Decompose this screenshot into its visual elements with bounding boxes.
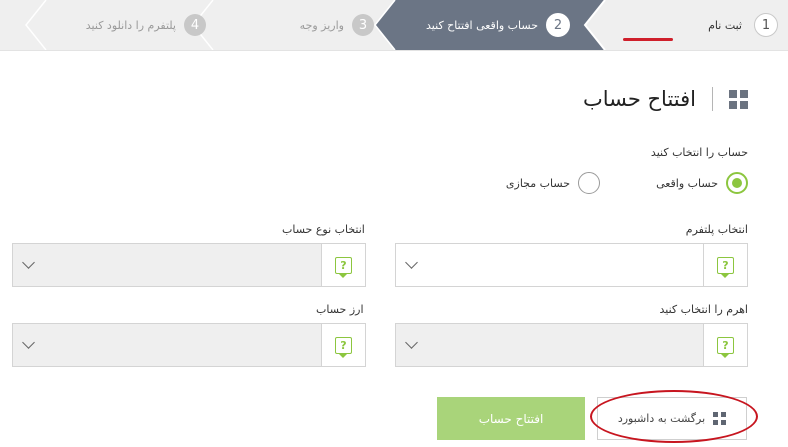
currency-select-value[interactable] bbox=[13, 324, 321, 366]
step-2-number: 2 bbox=[546, 13, 570, 37]
platform-help-button[interactable]: ? bbox=[703, 244, 747, 286]
question-speech-icon: ? bbox=[717, 256, 734, 278]
account-type-select[interactable]: ? bbox=[12, 243, 366, 287]
chevron-down-icon bbox=[405, 336, 418, 349]
account-type-select-value[interactable] bbox=[13, 244, 321, 286]
platform-select[interactable]: ? bbox=[395, 243, 748, 287]
chevron-down-icon bbox=[405, 256, 418, 269]
question-speech-icon: ? bbox=[717, 336, 734, 358]
currency-label: ارز حساب bbox=[316, 303, 364, 316]
account-choice-label: حساب را انتخاب کنید bbox=[650, 146, 748, 159]
progress-stepper: 1 ثبت نام 2 حساب واقعی افتتاح کنید 3 وار… bbox=[0, 0, 788, 51]
grid-icon bbox=[713, 412, 727, 425]
currency-select[interactable]: ? bbox=[12, 323, 366, 367]
leverage-help-button[interactable]: ? bbox=[703, 324, 747, 366]
step-2[interactable]: 2 حساب واقعی افتتاح کنید bbox=[418, 0, 570, 50]
chevron-down-icon bbox=[22, 336, 35, 349]
open-account-button[interactable]: افتتاح حساب bbox=[437, 397, 585, 440]
radio-demo-indicator[interactable] bbox=[578, 172, 600, 194]
step-4-label: پلتفرم را دانلود کنید bbox=[85, 18, 176, 32]
radio-demo-label: حساب مجازی bbox=[505, 176, 570, 190]
radio-demo-account[interactable]: حساب مجازی bbox=[506, 172, 600, 194]
page-header: افتتاح حساب bbox=[583, 84, 748, 114]
leverage-select-value[interactable] bbox=[396, 324, 703, 366]
step-2-label: حساب واقعی افتتاح کنید bbox=[426, 18, 538, 32]
step-4-number: 4 bbox=[184, 14, 206, 36]
radio-real-indicator[interactable] bbox=[726, 172, 748, 194]
account-type-label: انتخاب نوع حساب bbox=[282, 223, 365, 236]
step-1[interactable]: 1 ثبت نام bbox=[618, 0, 778, 50]
step-3[interactable]: 3 واریز وجه bbox=[280, 0, 374, 50]
grid-icon bbox=[729, 89, 748, 109]
question-speech-icon: ? bbox=[335, 256, 352, 278]
step-3-number: 3 bbox=[352, 14, 374, 36]
radio-real-account[interactable]: حساب واقعی bbox=[656, 172, 748, 194]
platform-label: انتخاب پلتفرم bbox=[685, 223, 748, 236]
leverage-select[interactable]: ? bbox=[395, 323, 748, 367]
account-type-help-button[interactable]: ? bbox=[321, 244, 365, 286]
back-to-dashboard-button[interactable]: برگشت به داشبورد bbox=[597, 397, 747, 440]
page-title: افتتاح حساب bbox=[582, 87, 696, 111]
step-3-label: واریز وجه bbox=[299, 18, 344, 32]
question-speech-icon: ? bbox=[335, 336, 352, 358]
step-4[interactable]: 4 پلتفرم را دانلود کنید bbox=[76, 0, 206, 50]
step-1-label: ثبت نام bbox=[708, 18, 742, 32]
title-divider bbox=[712, 87, 713, 111]
leverage-label: اهرم را انتخاب کنید bbox=[659, 303, 749, 316]
step-1-number: 1 bbox=[754, 13, 778, 37]
platform-select-value[interactable] bbox=[396, 244, 703, 286]
back-to-dashboard-label: برگشت به داشبورد bbox=[617, 412, 706, 425]
step-1-highlight bbox=[623, 38, 673, 41]
currency-help-button[interactable]: ? bbox=[321, 324, 365, 366]
radio-real-label: حساب واقعی bbox=[656, 176, 718, 190]
chevron-down-icon bbox=[22, 256, 35, 269]
